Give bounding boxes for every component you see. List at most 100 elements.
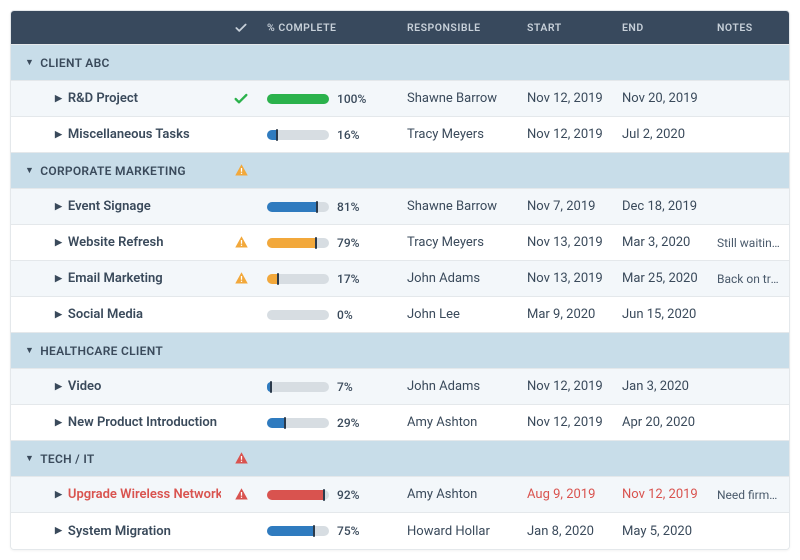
task-name: ▶R&D Project xyxy=(11,91,221,106)
task-row[interactable]: ▶Event Signage81%Shawne BarrowNov 7, 201… xyxy=(11,189,789,225)
task-progress: 81% xyxy=(261,200,401,214)
caret-right-icon: ▶ xyxy=(55,418,62,428)
caret-down-icon: ▼ xyxy=(25,57,34,68)
task-responsible: Shawne Barrow xyxy=(401,199,521,214)
group-row[interactable]: ▼HEALTHCARE CLIENT xyxy=(11,333,789,369)
task-row[interactable]: ▶System Migration75%Howard HollarJan 8, … xyxy=(11,513,789,549)
caret-right-icon: ▶ xyxy=(55,526,62,536)
task-status xyxy=(221,487,261,502)
progress-bar xyxy=(267,274,329,284)
check-icon xyxy=(233,91,249,107)
task-label: Event Signage xyxy=(68,199,151,214)
task-end: Jun 15, 2020 xyxy=(616,307,711,322)
header-complete: % COMPLETE xyxy=(261,21,401,34)
group-name: ▼TECH / IT xyxy=(11,452,221,466)
group-label: CLIENT ABC xyxy=(40,56,109,70)
task-name: ▶Website Refresh xyxy=(11,235,221,250)
task-label: System Migration xyxy=(68,524,171,539)
task-row[interactable]: ▶Email Marketing17%John AdamsNov 13, 201… xyxy=(11,261,789,297)
task-responsible: Amy Ashton xyxy=(401,415,521,430)
header-status xyxy=(221,21,261,35)
task-pct: 16% xyxy=(337,128,359,142)
task-pct: 92% xyxy=(337,488,359,502)
group-label: TECH / IT xyxy=(40,452,94,466)
caret-down-icon: ▼ xyxy=(25,345,34,356)
warning-icon xyxy=(234,271,249,286)
progress-bar xyxy=(267,526,329,536)
caret-right-icon: ▶ xyxy=(55,310,62,320)
task-status xyxy=(221,91,261,107)
task-progress: 17% xyxy=(261,272,401,286)
task-name: ▶Video xyxy=(11,379,221,394)
task-end: May 5, 2020 xyxy=(616,524,711,539)
group-label: CORPORATE MARKETING xyxy=(40,164,186,178)
check-icon xyxy=(234,21,248,35)
caret-right-icon: ▶ xyxy=(55,130,62,140)
task-label: Upgrade Wireless Network xyxy=(68,487,221,502)
group-row[interactable]: ▼ CLIENT ABC xyxy=(11,45,789,81)
table-header: % COMPLETE RESPONSIBLE START END NOTES xyxy=(11,11,789,45)
caret-right-icon: ▶ xyxy=(55,238,62,248)
group-row[interactable]: ▼ CORPORATE MARKETING xyxy=(11,153,789,189)
task-label: Miscellaneous Tasks xyxy=(68,127,190,142)
project-table: % COMPLETE RESPONSIBLE START END NOTES ▼… xyxy=(10,10,790,550)
task-end: Apr 20, 2020 xyxy=(616,415,711,430)
task-row[interactable]: ▶Upgrade Wireless Network92%Amy AshtonAu… xyxy=(11,477,789,513)
progress-bar xyxy=(267,130,329,140)
group-status xyxy=(221,451,261,466)
task-responsible: John Adams xyxy=(401,379,521,394)
task-progress: 29% xyxy=(261,416,401,430)
task-start: Nov 12, 2019 xyxy=(521,127,616,142)
caret-right-icon: ▶ xyxy=(55,274,62,284)
task-status xyxy=(221,235,261,250)
task-progress: 75% xyxy=(261,524,401,538)
task-status xyxy=(221,271,261,286)
caret-down-icon: ▼ xyxy=(25,165,34,176)
task-label: Video xyxy=(68,379,102,394)
task-pct: 81% xyxy=(337,200,359,214)
task-label: R&D Project xyxy=(68,91,138,106)
task-responsible: Shawne Barrow xyxy=(401,91,521,106)
task-end: Nov 20, 2019 xyxy=(616,91,711,106)
task-responsible: Tracy Meyers xyxy=(401,235,521,250)
task-start: Mar 9, 2020 xyxy=(521,307,616,322)
task-responsible: Amy Ashton xyxy=(401,487,521,502)
warning-icon xyxy=(234,163,249,178)
task-start: Nov 13, 2019 xyxy=(521,271,616,286)
group-name: ▼HEALTHCARE CLIENT xyxy=(11,344,221,358)
task-progress: 7% xyxy=(261,380,401,394)
task-notes: Need firmware update xyxy=(711,488,789,502)
warning-icon xyxy=(234,451,249,466)
task-pct: 29% xyxy=(337,416,359,430)
task-start: Jan 8, 2020 xyxy=(521,524,616,539)
task-pct: 7% xyxy=(337,380,353,394)
task-row[interactable]: ▶Video7%John AdamsNov 12, 2019Jan 3, 202… xyxy=(11,369,789,405)
task-name: ▶ Miscellaneous Tasks xyxy=(11,127,221,142)
task-pct: 0% xyxy=(337,308,353,322)
task-start: Nov 13, 2019 xyxy=(521,235,616,250)
task-row[interactable]: ▶R&D Project 100% Shawne BarrowNov 12, 201… xyxy=(11,81,789,117)
progress-bar xyxy=(267,382,329,392)
task-row[interactable]: ▶New Product Introduction29%Amy AshtonNo… xyxy=(11,405,789,441)
task-pct: 100% xyxy=(337,92,366,106)
task-label: Social Media xyxy=(68,307,143,322)
task-responsible: John Lee xyxy=(401,307,521,322)
task-label: New Product Introduction xyxy=(68,415,217,430)
caret-right-icon: ▶ xyxy=(55,202,62,212)
task-start: Aug 9, 2019 xyxy=(521,487,616,502)
group-name: ▼ CLIENT ABC xyxy=(11,56,221,70)
group-row[interactable]: ▼TECH / IT xyxy=(11,441,789,477)
task-row[interactable]: ▶ Social Media 0% John LeeMar 9, 2020Jun 15… xyxy=(11,297,789,333)
header-start: START xyxy=(521,21,616,34)
group-status xyxy=(221,163,261,178)
task-row[interactable]: ▶Website Refresh 79% Tracy MeyersNov 13, 2… xyxy=(11,225,789,261)
task-responsible: Tracy Meyers xyxy=(401,127,521,142)
task-start: Nov 12, 2019 xyxy=(521,91,616,106)
task-pct: 79% xyxy=(337,236,359,250)
task-pct: 17% xyxy=(337,272,359,286)
task-end: Dec 18, 2019 xyxy=(616,199,711,214)
header-notes: NOTES xyxy=(711,21,789,34)
task-row[interactable]: ▶ Miscellaneous Tasks 16% Tracy MeyersNov 1… xyxy=(11,117,789,153)
warning-icon xyxy=(234,235,249,250)
task-end: Mar 25, 2020 xyxy=(616,271,711,286)
